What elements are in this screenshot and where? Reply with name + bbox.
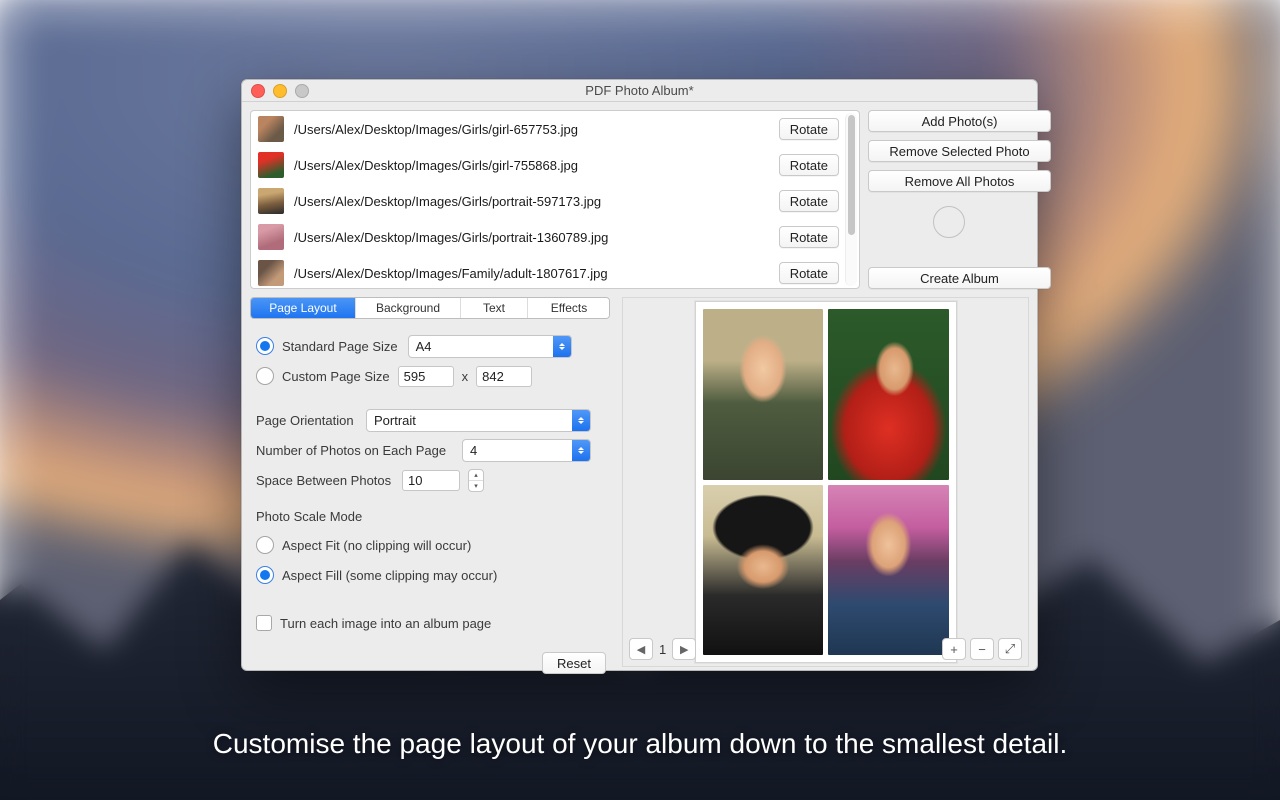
thumbnail-icon [258,152,284,178]
side-panel: Add Photo(s) Remove Selected Photo Remov… [868,110,1029,289]
preview-photo [828,309,949,480]
rotate-button[interactable]: Rotate [779,262,839,284]
preview-photo [703,485,824,656]
file-path: /Users/Alex/Desktop/Images/Girls/portrai… [294,230,779,245]
close-icon[interactable] [251,84,265,98]
page-per-image-checkbox[interactable] [256,615,272,631]
list-item[interactable]: /Users/Alex/Desktop/Images/Girls/portrai… [251,183,845,219]
preview-photo [703,309,824,480]
standard-size-select[interactable]: A4 [408,335,572,358]
preview-panel: ◀ 1 ▶ + − ⤢ [622,297,1029,667]
tab-effects[interactable]: Effects [528,298,610,318]
thumbnail-icon [258,224,284,250]
aspect-fill-radio[interactable] [256,566,274,584]
spacing-label: Space Between Photos [256,473,394,488]
chevron-updown-icon [572,440,590,461]
create-album-button[interactable]: Create Album [868,267,1051,289]
prev-page-button[interactable]: ◀ [629,638,653,660]
photo-list[interactable]: /Users/Alex/Desktop/Images/Girls/girl-65… [250,110,860,289]
rotate-button[interactable]: Rotate [779,154,839,176]
thumbnail-icon [258,188,284,214]
preview-page [695,301,957,663]
tab-page-layout[interactable]: Page Layout [251,298,356,318]
zoom-out-button[interactable]: − [970,638,994,660]
list-item[interactable]: /Users/Alex/Desktop/Images/Girls/portrai… [251,219,845,255]
aspect-fit-radio[interactable] [256,536,274,554]
minimize-icon[interactable] [273,84,287,98]
chevron-updown-icon [553,336,571,357]
orientation-label: Page Orientation [256,413,358,428]
window-title: PDF Photo Album* [242,83,1037,98]
marketing-caption: Customise the page layout of your album … [0,728,1280,760]
zoom-in-button[interactable]: + [942,638,966,660]
reset-button[interactable]: Reset [542,652,606,674]
fit-button[interactable]: ⤢ [998,638,1022,660]
rotate-button[interactable]: Rotate [779,118,839,140]
custom-size-label: Custom Page Size [282,369,390,384]
orientation-select[interactable]: Portrait [366,409,591,432]
list-item[interactable]: /Users/Alex/Desktop/Images/Family/adult-… [251,255,845,288]
file-path: /Users/Alex/Desktop/Images/Family/adult-… [294,266,779,281]
tab-background[interactable]: Background [356,298,461,318]
preview-photo [828,485,949,656]
add-photos-button[interactable]: Add Photo(s) [868,110,1051,132]
x-label: x [462,369,469,384]
tab-text[interactable]: Text [461,298,528,318]
titlebar[interactable]: PDF Photo Album* [242,80,1037,102]
list-item[interactable]: /Users/Alex/Desktop/Images/Girls/girl-65… [251,111,845,147]
rotate-button[interactable]: Rotate [779,226,839,248]
page-per-image-label: Turn each image into an album page [280,616,491,631]
scrollbar[interactable] [845,113,857,286]
settings-panel: Page Layout Background Text Effects Outp… [250,297,614,667]
num-photos-label: Number of Photos on Each Page [256,443,454,458]
standard-size-radio[interactable] [256,337,274,355]
thumbnail-icon [258,116,284,142]
list-item[interactable]: /Users/Alex/Desktop/Images/Girls/girl-75… [251,147,845,183]
remove-selected-button[interactable]: Remove Selected Photo [868,140,1051,162]
next-page-button[interactable]: ▶ [672,638,696,660]
chevron-updown-icon [572,410,590,431]
custom-width-field[interactable]: 595 [398,366,454,387]
file-path: /Users/Alex/Desktop/Images/Girls/portrai… [294,194,779,209]
app-window: PDF Photo Album* /Users/Alex/Desktop/Ima… [241,79,1038,671]
spacing-field[interactable]: 10 [402,470,460,491]
maximize-icon[interactable] [295,84,309,98]
aspect-fill-label: Aspect Fill (some clipping may occur) [282,568,497,583]
page-number: 1 [659,642,666,657]
custom-size-radio[interactable] [256,367,274,385]
tab-bar: Page Layout Background Text Effects Outp… [250,297,610,319]
custom-height-field[interactable]: 842 [476,366,532,387]
remove-all-button[interactable]: Remove All Photos [868,170,1051,192]
file-path: /Users/Alex/Desktop/Images/Girls/girl-75… [294,158,779,173]
progress-indicator [933,206,965,238]
rotate-button[interactable]: Rotate [779,190,839,212]
file-path: /Users/Alex/Desktop/Images/Girls/girl-65… [294,122,779,137]
num-photos-select[interactable]: 4 [462,439,591,462]
spacing-stepper[interactable]: ▴▾ [468,469,484,492]
thumbnail-icon [258,260,284,286]
scale-mode-title: Photo Scale Mode [256,509,608,524]
aspect-fit-label: Aspect Fit (no clipping will occur) [282,538,471,553]
standard-size-label: Standard Page Size [282,339,398,354]
